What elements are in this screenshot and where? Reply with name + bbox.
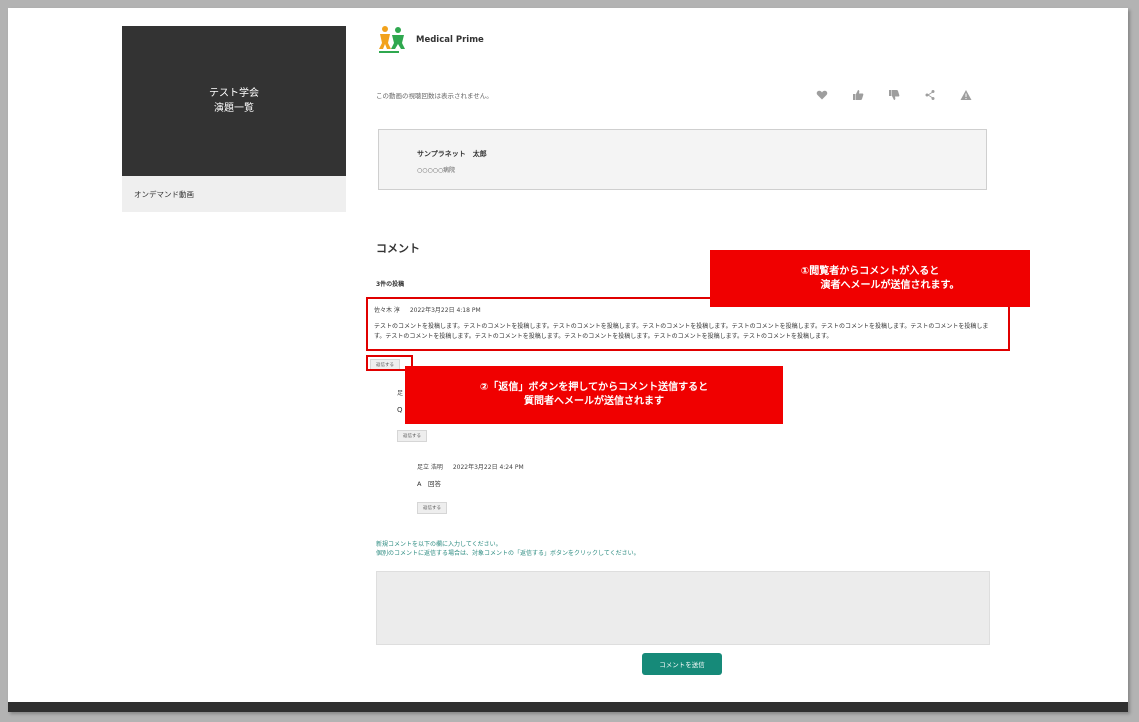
instruction-line: 個別のコメントに返信する場合は、対象コメントの「返信する」ボタンをクリックしてく… (376, 550, 640, 557)
comment-body: Q (397, 406, 403, 414)
heart-icon[interactable] (815, 88, 829, 102)
footer-bar (8, 702, 1128, 712)
callout-line: ①閲覧者からコメントが入ると (800, 265, 940, 277)
sidebar-title-line1: テスト学会 (209, 88, 259, 99)
thumbs-down-icon[interactable] (887, 88, 901, 102)
page-frame: テスト学会 演題一覧 オンデマンド動画 Medical Prime この動画の視… (8, 8, 1128, 712)
comment-meta: 足立 浩明 2022年3月22日 4:24 PM (417, 462, 524, 471)
presenter-card: サンプラネット 太郎 ○○○○○病院 (378, 129, 987, 190)
comment-body: A 回答 (417, 480, 441, 488)
sidebar-item-on-demand[interactable]: オンデマンド動画 (122, 176, 346, 212)
new-comment-instructions: 新規コメントを以下の欄に入力してください。 個別のコメントに返信する場合は、対象… (376, 540, 640, 558)
share-icon[interactable] (923, 88, 937, 102)
callout-commenter-email: ①閲覧者からコメントが入ると 演者へメールが送信されます。 (710, 250, 1030, 307)
thumbs-up-icon[interactable] (851, 88, 865, 102)
comments-heading: コメント (376, 242, 420, 255)
sidebar-title-panel[interactable]: テスト学会 演題一覧 (122, 26, 346, 176)
comment-input[interactable] (376, 571, 990, 645)
view-count-notice: この動画の視聴回数は表示されません。 (376, 92, 493, 100)
comment-author: 足 (397, 390, 404, 397)
callout-line: 質問者へメールが送信されます (524, 396, 664, 407)
post-count: 3件の投稿 (376, 281, 405, 288)
comment-meta: 足 (397, 388, 403, 397)
sidebar-item-label: オンデマンド動画 (134, 189, 194, 199)
sidebar-title-line2: 演題一覧 (214, 103, 254, 114)
instruction-line: 新規コメントを以下の欄に入力してください。 (376, 541, 502, 548)
reply-button[interactable]: 返信する (397, 430, 427, 442)
submit-comment-button[interactable]: コメントを送信 (642, 653, 722, 675)
comment-author: 足立 浩明 (417, 464, 443, 471)
callout-line: ②「返信」ボタンを押してからコメント送信すると (479, 382, 709, 393)
callout-reply-email: ②「返信」ボタンを押してからコメント送信すると 質問者へメールが送信されます (405, 366, 783, 424)
comment-datetime: 2022年3月22日 4:24 PM (452, 464, 524, 471)
video-actions (815, 88, 973, 102)
warning-icon[interactable] (959, 88, 973, 102)
presenter-name: サンプラネット 太郎 (417, 150, 487, 158)
brand-name: Medical Prime (416, 35, 484, 45)
presenter-affiliation: ○○○○○病院 (417, 167, 456, 174)
brand-logo-icon[interactable] (376, 25, 408, 55)
callout-line: 演者へメールが送信されます。 (820, 279, 960, 291)
reply-button[interactable]: 返信する (417, 502, 447, 514)
